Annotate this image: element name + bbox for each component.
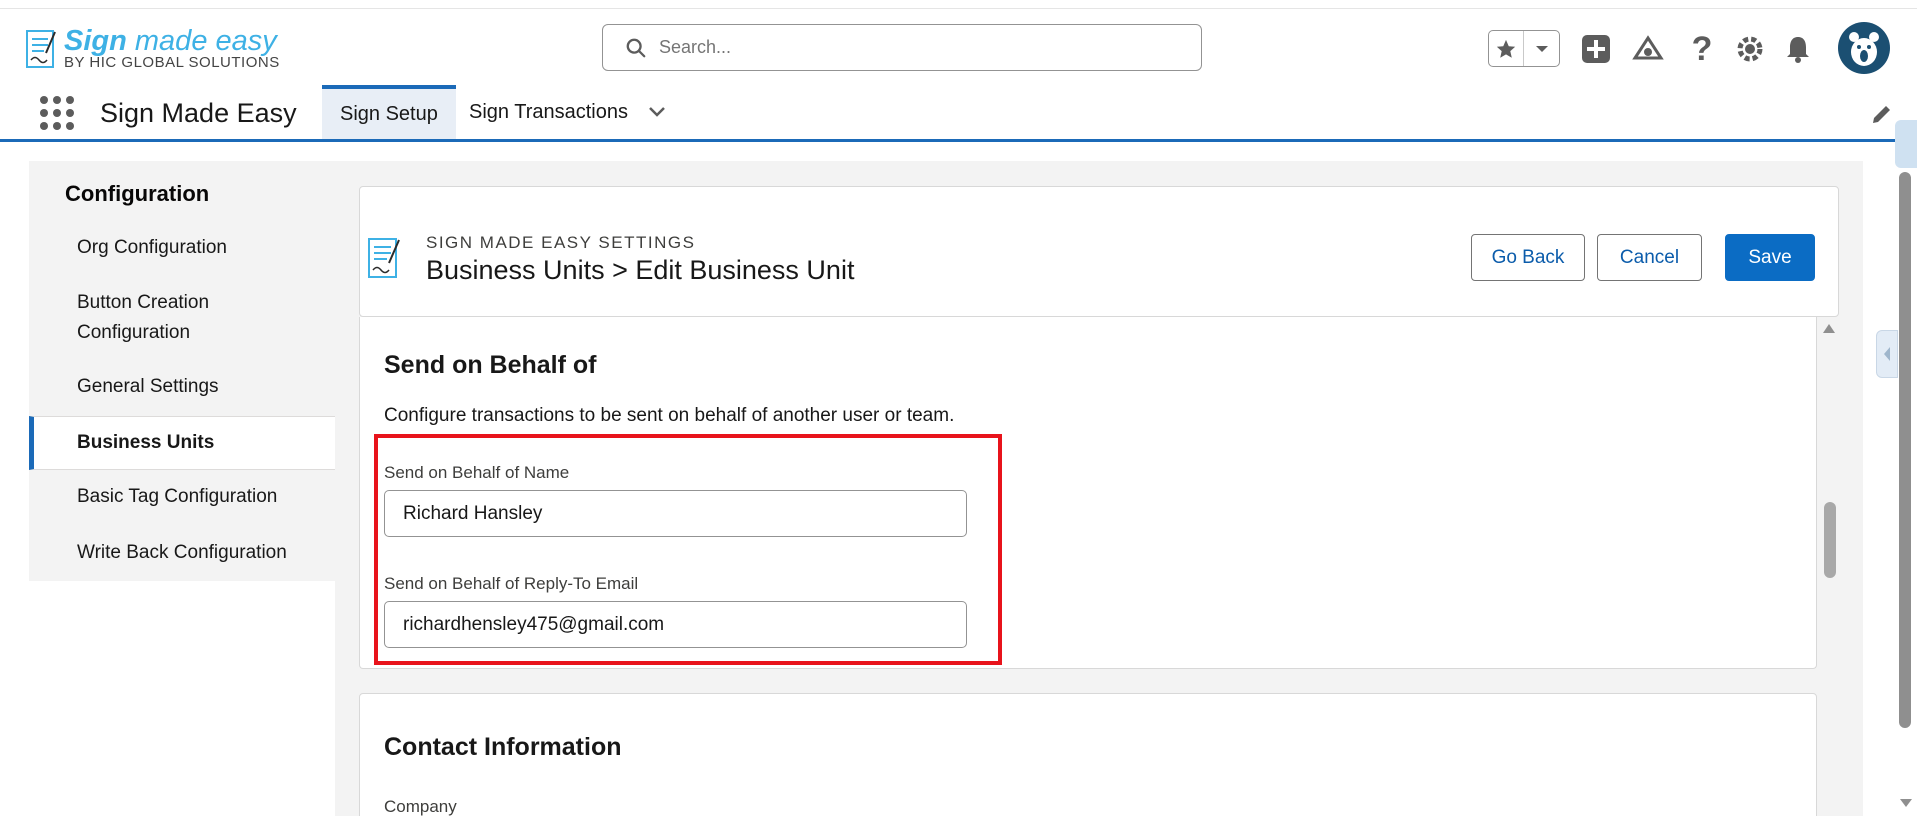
search-icon [626, 38, 646, 57]
sidebar-item-basic-tag-configuration[interactable]: Basic Tag Configuration [29, 482, 335, 512]
trailhead-button[interactable] [1632, 33, 1664, 65]
browser-top-edge [0, 0, 1917, 9]
highlight-box [374, 434, 1002, 665]
chevron-down-icon [1535, 45, 1548, 52]
configuration-sidebar: Configuration Org Configuration Button C… [29, 161, 335, 581]
inner-scroll-up-arrow-icon[interactable] [1822, 321, 1836, 335]
company-label: Company [384, 797, 457, 816]
contact-information-card: Contact Information Company [359, 693, 1817, 816]
notifications-button[interactable] [1782, 33, 1814, 65]
app-navigation-bar: Sign Made Easy Sign Setup Sign Transacti… [0, 84, 1917, 142]
contact-information-title: Contact Information [384, 733, 622, 761]
send-on-behalf-description: Configure transactions to be sent on beh… [384, 405, 955, 426]
page-scroll-top-button[interactable] [1895, 120, 1917, 168]
sidebar-item-button-creation-configuration[interactable]: Button Creation Configuration [29, 288, 289, 348]
page-title: Business Units > Edit Business Unit [426, 255, 855, 285]
cancel-button[interactable]: Cancel [1597, 234, 1702, 281]
edit-nav-pencil-icon[interactable] [1870, 102, 1894, 126]
add-icon [1582, 35, 1610, 63]
settings-eyebrow: SIGN MADE EASY SETTINGS [426, 233, 696, 252]
favorites-star-button[interactable] [1489, 31, 1525, 66]
send-on-behalf-title: Send on Behalf of [384, 351, 597, 379]
settings-header-card: SIGN MADE EASY SETTINGS Business Units >… [359, 186, 1839, 317]
user-avatar[interactable] [1838, 22, 1890, 74]
trailhead-icon [1632, 35, 1664, 60]
app-launcher-icon[interactable] [40, 96, 74, 130]
chevron-left-icon [1884, 347, 1890, 361]
tab-sign-setup[interactable]: Sign Setup [322, 85, 456, 139]
logo-subtitle: BY HIC GLOBAL SOLUTIONS [64, 54, 280, 71]
bell-icon [1787, 37, 1809, 63]
document-logo-icon [26, 30, 56, 68]
go-back-button[interactable]: Go Back [1471, 234, 1585, 281]
star-icon [1496, 39, 1516, 58]
favorites-control[interactable] [1488, 30, 1560, 67]
tab-sign-transactions[interactable]: Sign Transactions [451, 85, 684, 139]
setup-button[interactable] [1734, 33, 1766, 65]
sign-made-easy-logo[interactable]: Sign made easy BY HIC GLOBAL SOLUTIONS [24, 27, 280, 71]
bear-avatar-icon [1849, 32, 1879, 66]
sidebar-item-write-back-configuration[interactable]: Write Back Configuration [29, 538, 335, 568]
sidebar-item-org-configuration[interactable]: Org Configuration [29, 233, 335, 263]
question-icon: ? [1691, 29, 1713, 68]
page-scrollbar-thumb[interactable] [1899, 172, 1911, 728]
gear-icon [1737, 36, 1763, 62]
global-search[interactable] [602, 24, 1202, 71]
global-actions-button[interactable] [1580, 33, 1612, 65]
help-button[interactable]: ? [1686, 30, 1718, 68]
inner-scrollbar-thumb[interactable] [1824, 502, 1836, 578]
tab-sign-transactions-label: Sign Transactions [469, 100, 628, 123]
sidebar-title: Configuration [65, 181, 210, 206]
favorites-dropdown-button[interactable] [1524, 31, 1559, 66]
document-icon [368, 238, 400, 278]
chevron-down-icon[interactable] [648, 106, 666, 118]
sidebar-item-business-units[interactable]: Business Units [29, 416, 335, 470]
logo-title: Sign made easy [64, 25, 277, 57]
global-header: Sign made easy BY HIC GLOBAL SOLUTIONS ? [0, 9, 1917, 89]
search-input[interactable] [659, 37, 1179, 58]
sidebar-item-general-settings[interactable]: General Settings [29, 372, 335, 402]
page-scroll-down-arrow-icon[interactable] [1898, 796, 1914, 810]
save-button[interactable]: Save [1725, 234, 1815, 281]
app-name: Sign Made Easy [100, 98, 297, 128]
side-panel-toggle[interactable] [1876, 330, 1898, 378]
